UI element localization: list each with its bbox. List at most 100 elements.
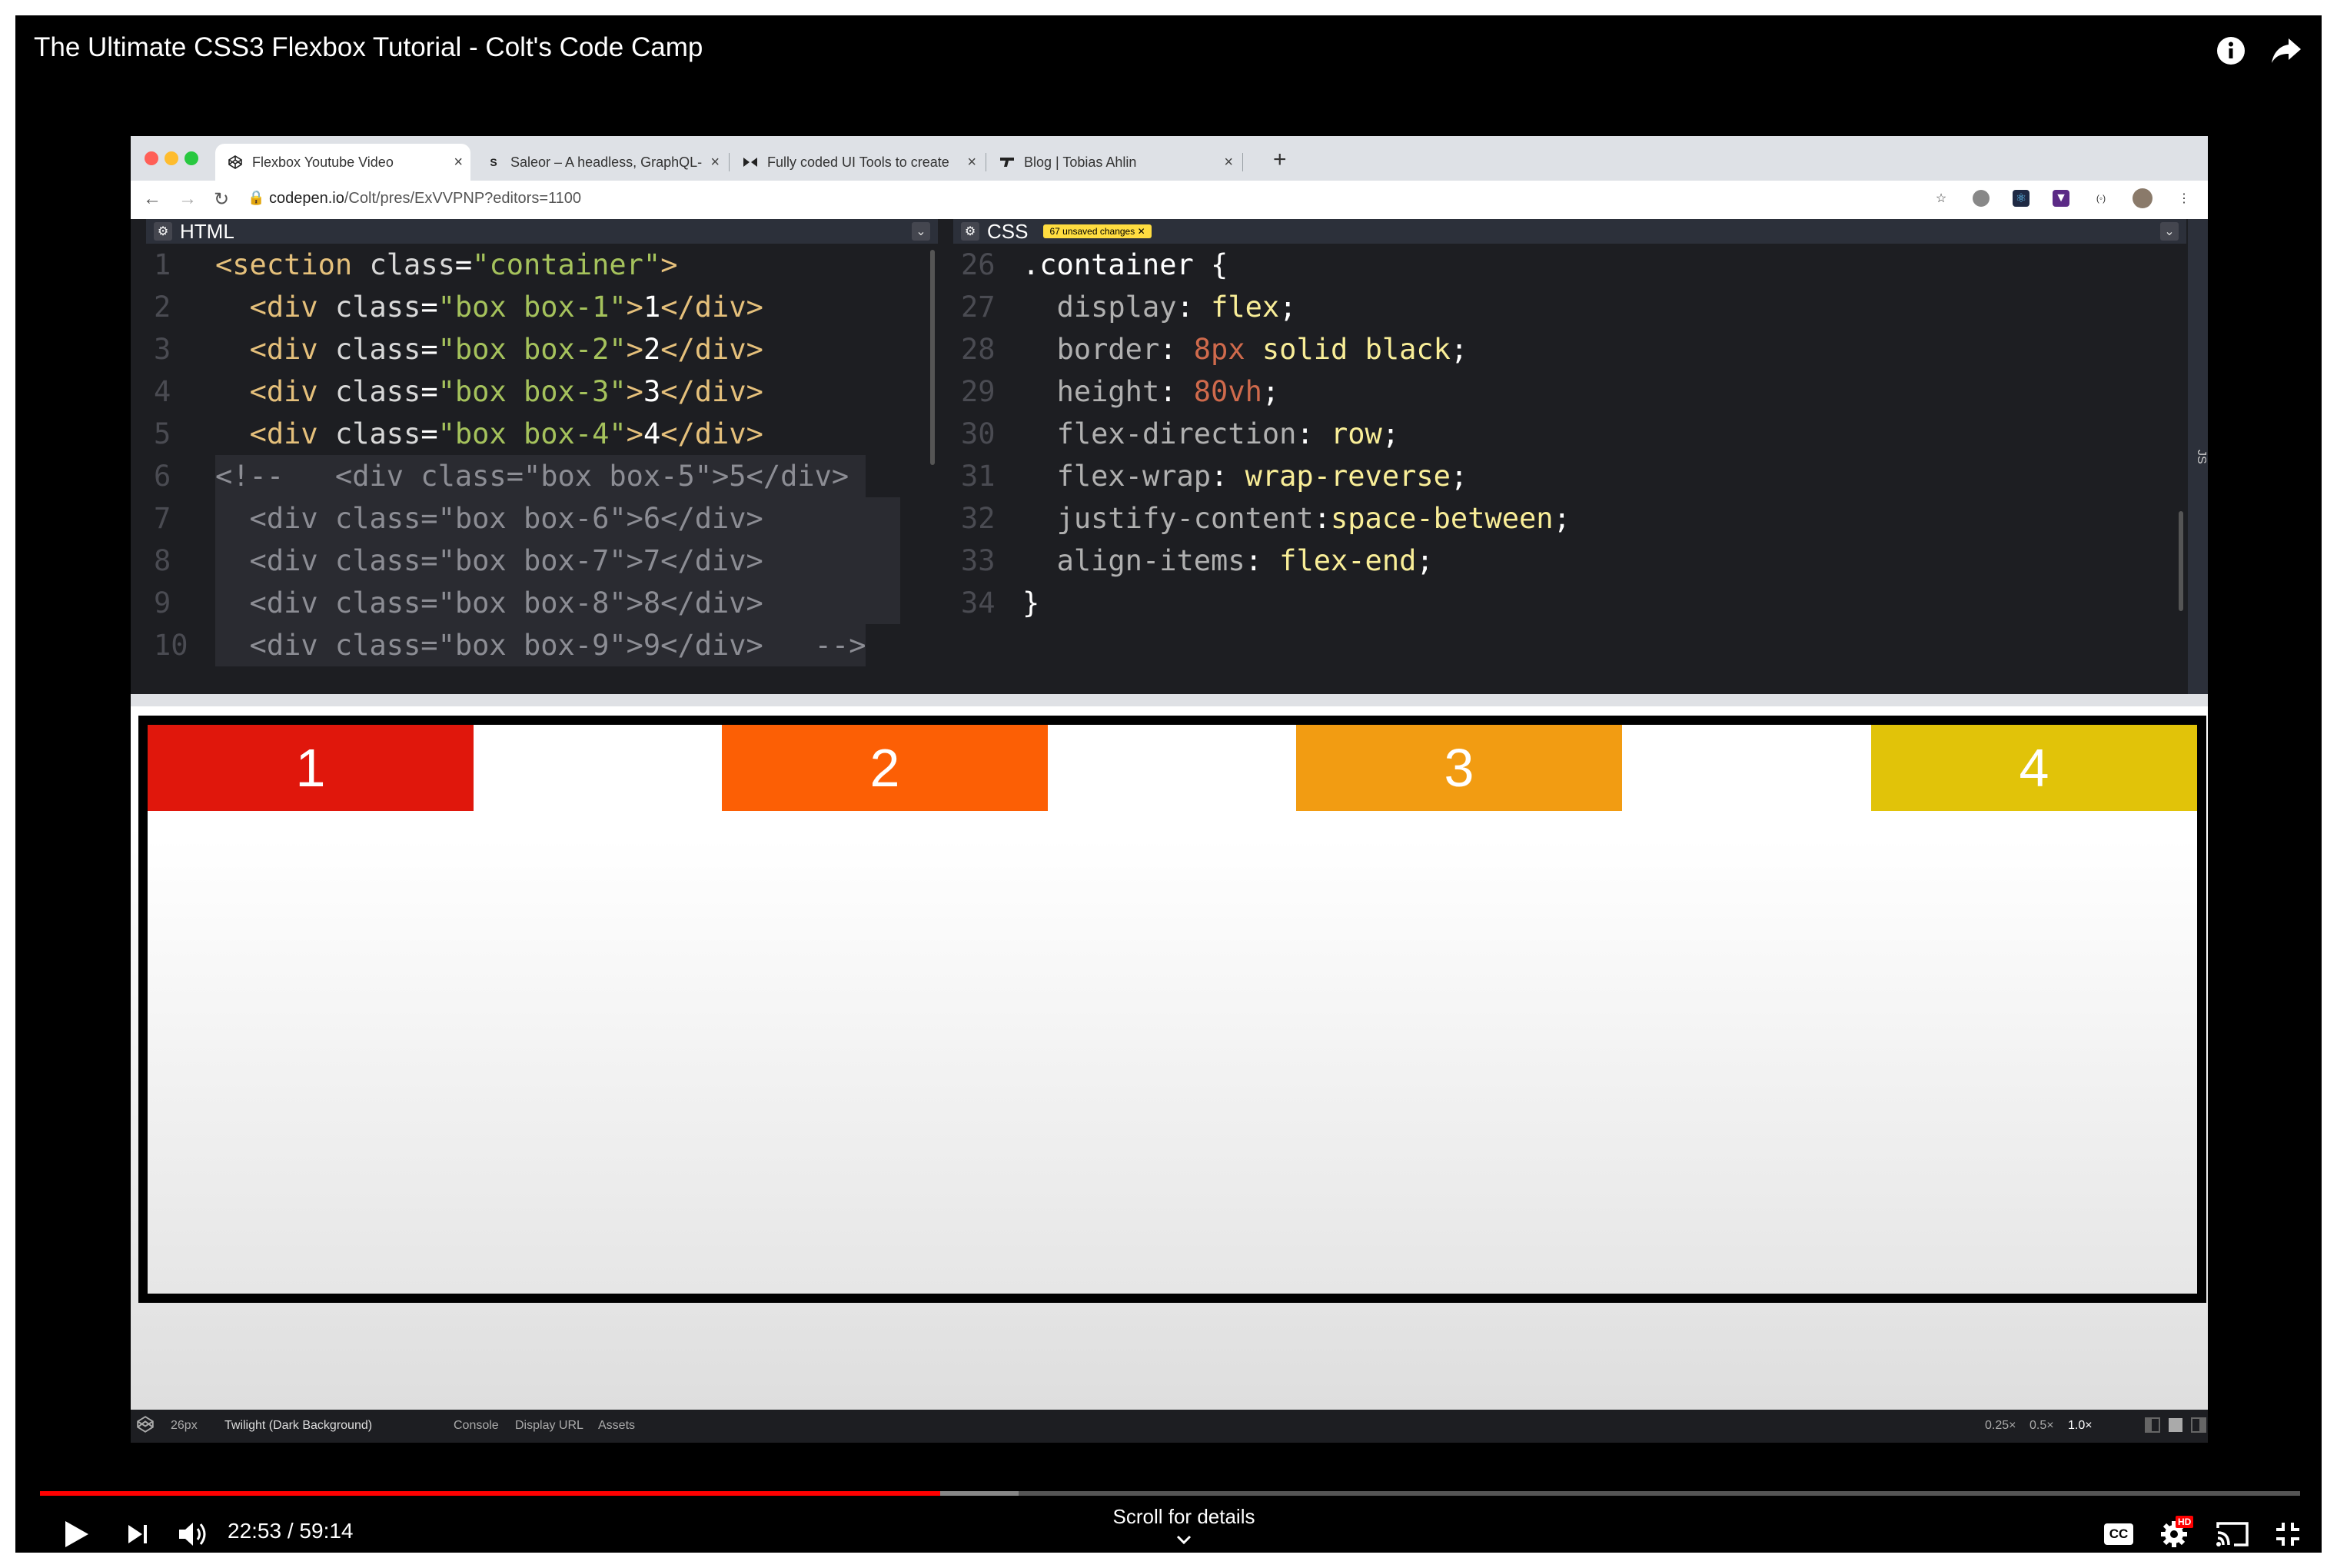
play-icon[interactable] (55, 1513, 98, 1556)
line-number: 6 (154, 460, 171, 493)
code-line: 2 <div class="box box-1">1</div> (146, 286, 938, 328)
zoom-025-button[interactable]: 0.25× (1985, 1419, 2016, 1433)
layout-right-icon[interactable] (2191, 1417, 2206, 1437)
url-field[interactable]: codepen.io/Colt/pres/ExVVPNP?editors=110… (269, 190, 581, 208)
code-line: 5 <div class="box box-4">4</div> (146, 413, 938, 455)
layout-top-icon[interactable] (2168, 1417, 2183, 1437)
codepen-logo-icon (137, 1416, 154, 1437)
tab-close-icon[interactable]: × (1224, 154, 1233, 171)
css-pane-header: ⚙ CSS 67 unsaved changes ✕ ⌄ (953, 219, 2186, 244)
browser-tab[interactable]: Blog | Tobias Ahlin × (987, 144, 1241, 181)
volume-icon[interactable] (172, 1513, 215, 1556)
code-line: 33 align-items: flex-end; (953, 540, 2186, 582)
ta-icon (999, 154, 1015, 170)
video-title[interactable]: The Ultimate CSS3 Flexbox Tutorial - Col… (34, 32, 703, 63)
maximize-window-dot[interactable] (184, 151, 198, 165)
html-pane-header: ⚙ HTML ⌄ (146, 219, 938, 244)
html-editor-pane[interactable]: ⚙ HTML ⌄ 1 <section class="container"> 2 … (146, 219, 938, 694)
css-code[interactable]: 26 .container { 27 display: flex; 28 bord… (953, 244, 2186, 624)
info-icon[interactable] (2214, 34, 2248, 68)
browser-tab[interactable]: Fully coded UI Tools to create × (730, 144, 984, 181)
minimize-window-dot[interactable] (165, 151, 178, 165)
back-arrow-icon[interactable]: ← (143, 188, 161, 210)
lock-icon: 🔒 (248, 190, 265, 205)
next-icon[interactable] (118, 1513, 157, 1556)
profile-avatar[interactable] (2133, 188, 2152, 208)
chevron-down-icon (1092, 1527, 1276, 1551)
html-code[interactable]: 1 <section class="container"> 2 <div clas… (146, 244, 938, 666)
gear-icon[interactable]: ⚙ (154, 222, 172, 241)
close-icon[interactable]: ✕ (1138, 226, 1145, 237)
settings-gear-icon[interactable]: HD (2154, 1513, 2197, 1556)
zoom-1-button[interactable]: 1.0× (2068, 1419, 2093, 1433)
extension-circle-icon[interactable] (1973, 190, 1990, 207)
code-editors: ⚙ HTML ⌄ 1 <section class="container"> 2 … (131, 219, 2208, 694)
line-number: 29 (961, 375, 996, 408)
extension-purple-icon[interactable]: ▼ (2053, 190, 2069, 207)
chevron-down-icon[interactable]: ⌄ (2160, 222, 2179, 241)
exit-fullscreen-icon[interactable] (2268, 1513, 2308, 1556)
cast-icon[interactable] (2211, 1513, 2254, 1556)
extensions-bar: ☆ ⚛ ▼ (◦) ⋮ (1933, 188, 2192, 208)
time-separator: / (281, 1519, 300, 1543)
kebab-menu-icon[interactable]: ⋮ (2176, 190, 2192, 207)
new-tab-icon[interactable]: + (1273, 147, 1287, 173)
code-line: 29 height: 80vh; (953, 370, 2186, 413)
progress-bar[interactable] (40, 1491, 2300, 1496)
css-editor-pane[interactable]: ⚙ CSS 67 unsaved changes ✕ ⌄ 26 .containe… (953, 219, 2186, 694)
scrollbar[interactable] (2179, 511, 2183, 611)
browser-tab[interactable]: S Saleor – A headless, GraphQL- × (474, 144, 727, 181)
unsaved-badge-text: 67 unsaved changes (1049, 226, 1135, 237)
theme-setting[interactable]: Twilight (Dark Background) (224, 1419, 372, 1433)
tab-close-icon[interactable]: × (454, 154, 463, 171)
codepen-icon (228, 154, 243, 170)
reload-icon[interactable]: ↻ (214, 188, 229, 211)
tab-close-icon[interactable]: × (710, 154, 720, 171)
close-window-dot[interactable] (145, 151, 158, 165)
line-number: 30 (961, 417, 996, 450)
result-preview: 1 2 3 4 (131, 706, 2208, 1410)
layout-left-icon[interactable] (2145, 1417, 2160, 1437)
tab-label: Fully coded UI Tools to create (767, 154, 949, 170)
star-bookmark-icon[interactable]: ☆ (1933, 190, 1950, 207)
line-number: 2 (154, 291, 171, 324)
tab-strip: Flexbox Youtube Video × S Saleor – A hea… (131, 136, 2208, 181)
font-size-setting[interactable]: 26px (171, 1419, 198, 1433)
scroll-for-details[interactable]: Scroll for details (1092, 1505, 1276, 1551)
share-icon[interactable] (2269, 34, 2303, 68)
tab-label: Blog | Tobias Ahlin (1024, 154, 1137, 170)
code-line: 1 <section class="container"> (146, 244, 938, 286)
display-url-button[interactable]: Display URL (515, 1419, 583, 1433)
react-devtools-icon[interactable]: ⚛ (2013, 190, 2030, 207)
subtitles-cc-icon[interactable]: CC (2099, 1513, 2139, 1556)
unsaved-changes-badge[interactable]: 67 unsaved changes ✕ (1043, 224, 1152, 238)
time-current: 22:53 (228, 1519, 282, 1543)
line-number: 28 (961, 333, 996, 366)
extension-brackets-icon[interactable]: (◦) (2093, 190, 2109, 207)
time-display: 22:53 / 59:14 (228, 1519, 354, 1543)
zoom-05-button[interactable]: 0.5× (2030, 1419, 2054, 1433)
line-number: 4 (154, 375, 171, 408)
browser-tab[interactable]: Flexbox Youtube Video × (215, 144, 470, 181)
video-player[interactable]: The Ultimate CSS3 Flexbox Tutorial - Col… (15, 15, 2322, 1553)
cc-label: CC (2104, 1523, 2133, 1545)
url-path: /Colt/pres/ExVVPNP?editors=1100 (344, 190, 581, 207)
bowtie-icon (743, 154, 758, 170)
forward-arrow-icon[interactable]: → (178, 188, 197, 210)
saleor-favicon: S (490, 156, 497, 168)
flex-box-3: 3 (1296, 725, 1622, 811)
js-pane-collapsed[interactable]: JS (2188, 219, 2208, 694)
chevron-down-icon[interactable]: ⌄ (912, 222, 930, 241)
code-line: 31 flex-wrap: wrap-reverse; (953, 455, 2186, 497)
flex-box-1: 1 (148, 725, 474, 811)
flex-box-2: 2 (722, 725, 1048, 811)
line-number: 9 (154, 586, 171, 620)
gear-icon[interactable]: ⚙ (961, 222, 979, 241)
line-number: 31 (961, 460, 996, 493)
console-button[interactable]: Console (454, 1419, 499, 1433)
assets-button[interactable]: Assets (598, 1419, 635, 1433)
code-line: 27 display: flex; (953, 286, 2186, 328)
line-number: 32 (961, 502, 996, 535)
scrollbar[interactable] (930, 250, 935, 465)
tab-close-icon[interactable]: × (967, 154, 976, 171)
